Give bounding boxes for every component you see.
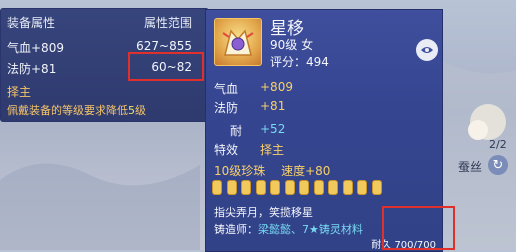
- eye-icon[interactable]: [416, 39, 438, 61]
- stat-label: 法防: [214, 101, 239, 115]
- level-requirement: 佩戴装备的等级要求降低5级: [7, 102, 146, 118]
- gem-slots: [212, 178, 387, 198]
- gem-slot: [342, 180, 353, 195]
- gem-slot: [284, 180, 295, 195]
- stat-row: 气血 +809: [214, 80, 293, 97]
- requirement-prefix: 佩戴装备的等级要求降低: [7, 104, 128, 117]
- item-score: 评分：494: [270, 55, 329, 69]
- item-level: 90级 女: [270, 38, 314, 52]
- count-badge: 2/2: [489, 138, 507, 151]
- attr-value: 法防+81: [7, 62, 57, 76]
- requirement-suffix: 级: [135, 104, 146, 117]
- gem-info: 10级珍珠 速度+80: [214, 162, 330, 179]
- stat-row: 耐 +52: [214, 122, 285, 139]
- item-description: 指尖弄月，笑揽移星: [214, 206, 313, 219]
- silk-label: 蚕丝: [458, 160, 483, 174]
- smith-info: 铸造师：梁懿懿、7★铸灵材料: [214, 221, 363, 237]
- item-icon[interactable]: [214, 18, 262, 66]
- header-range: 属性范围: [143, 16, 192, 30]
- attr-range: 627~855: [136, 39, 192, 53]
- stat-value: +81: [260, 99, 286, 113]
- stat-row: 法防 +81: [214, 99, 285, 116]
- gem-slot: [255, 180, 266, 195]
- refresh-icon[interactable]: ↻: [488, 155, 508, 175]
- stat-label: 气血: [214, 82, 239, 96]
- gem-slot: [313, 180, 324, 195]
- smith-name: 梁懿懿、7★铸灵材料: [258, 223, 363, 236]
- gem-level: 10级珍珠: [214, 164, 266, 178]
- gem-slot: [357, 180, 367, 195]
- gem-bonus: 速度+80: [281, 164, 331, 178]
- gem-slot: [226, 180, 237, 195]
- stat-label: 特效: [214, 143, 239, 157]
- stat-label: 耐: [230, 124, 243, 138]
- header-attr: 装备属性: [7, 16, 56, 30]
- gem-slot: [299, 180, 309, 195]
- gem-slot: [328, 180, 338, 195]
- smith-label: 铸造师：: [214, 223, 258, 236]
- stat-row: 特效 择主: [214, 141, 284, 158]
- gem-slot: [212, 180, 222, 195]
- gem-slot: [371, 180, 382, 195]
- gem-slot: [270, 180, 280, 195]
- attr-value: 气血+809: [7, 41, 64, 55]
- stat-value: +52: [260, 122, 286, 136]
- special-effect: 择主: [7, 85, 32, 99]
- stat-value: 择主: [260, 143, 285, 157]
- stat-value: +809: [260, 80, 293, 94]
- gem-slot: [241, 180, 251, 195]
- highlight-box: [128, 52, 204, 81]
- requirement-value: 5: [128, 104, 135, 117]
- compare-header: 装备属性 属性范围: [7, 14, 202, 32]
- highlight-box: [382, 206, 455, 250]
